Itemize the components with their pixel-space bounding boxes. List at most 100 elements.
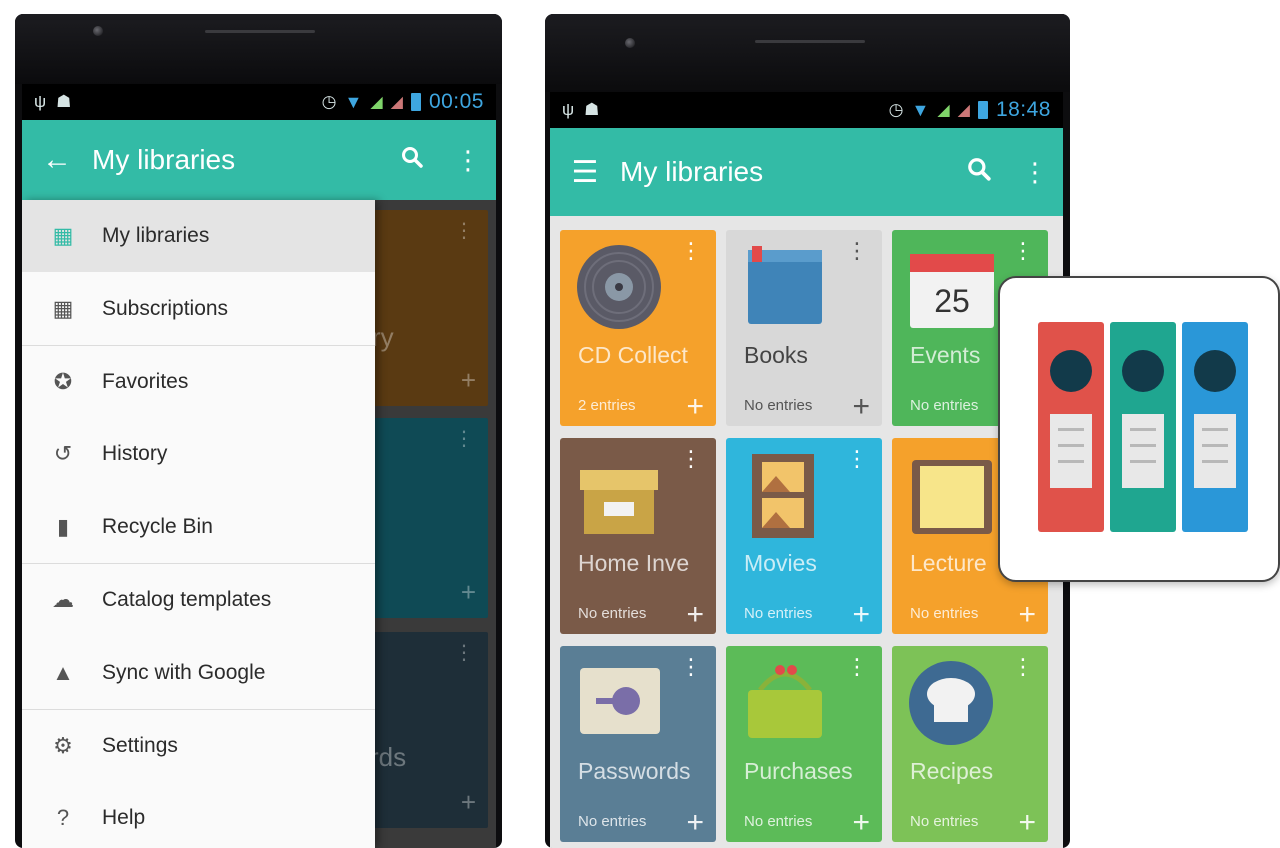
more-vert-icon[interactable]: ⋮ [1012,656,1034,678]
tile-count: No entries [744,813,813,830]
drawer-item-catalog-templates[interactable]: ☁ Catalog templates [22,564,375,636]
basket-icon [748,665,822,738]
green-binder-icon [1110,322,1176,532]
status-bar: ψ ☗ ◷ ▼ ◢ ◢ 18:48 [550,92,1063,128]
battery-icon [410,93,421,111]
library-tile-books[interactable]: ⋮ Books No entries + [726,230,882,426]
stage: ψ ☗ ◷ ▼ ◢ ◢ 00:05 ← My libraries ⋮ ⋮ ry … [0,0,1280,848]
library-tile-home-inventory[interactable]: ⋮ Home Inve No entries + [560,438,716,634]
grid-icon: ▦ [52,223,74,249]
usb-icon: ψ [34,92,47,111]
drawer-item-history[interactable]: ↺ History [22,418,375,490]
add-entry-button[interactable]: + [1018,600,1036,630]
drawer-item-my-libraries[interactable]: ▦ My libraries [22,200,375,273]
drawer-item-recycle-bin[interactable]: ▮ Recycle Bin [22,491,375,563]
tile-count: No entries [578,605,647,622]
more-vert-icon[interactable]: ⋮ [1007,157,1063,188]
safe-icon [580,668,660,734]
grid-icon: ▦ [52,295,74,321]
front-camera [625,38,635,48]
hamburger-icon[interactable]: ☰ [550,155,620,190]
drawer-item-favorites[interactable]: ✪ Favorites [22,346,375,418]
background-card: ⋮ + [370,418,488,618]
blue-binder-icon [1182,322,1248,532]
drawer-item-settings[interactable]: ⚙ Settings [22,710,375,782]
gear-icon: ⚙ [53,732,73,758]
vinyl-disc-icon [577,245,661,329]
add-entry-button[interactable]: + [852,392,870,422]
more-vert-icon[interactable]: ⋮ [680,656,702,678]
tile-name: Home Inve [578,550,690,576]
more-vert-icon[interactable]: ⋮ [846,656,868,678]
more-vert-icon[interactable]: ⋮ [680,240,702,262]
background-card-text: rds [370,742,407,772]
tile-name: Books [744,342,808,368]
binder-ring-hole [1194,350,1236,392]
add-entry-button[interactable]: + [686,600,704,630]
binder-ring-hole [1050,350,1092,392]
wifi-icon: ▼ [911,99,930,120]
alarm-icon: ◷ [321,92,337,111]
drawer-item-label: Favorites [102,369,189,393]
drawer-item-label: Settings [102,733,178,757]
more-vert-icon: ⋮ [454,220,474,242]
cloud-icon: ☁ [52,587,74,613]
plus-icon: + [460,577,476,607]
more-vert-icon[interactable]: ⋮ [440,145,496,176]
signal-2-icon: ◢ [390,94,403,111]
library-tile-cd-collection[interactable]: ⋮ CD Collect 2 entries + [560,230,716,426]
add-entry-button[interactable]: + [686,808,704,838]
add-entry-button[interactable]: + [686,392,704,422]
more-vert-icon: ⋮ [454,428,474,450]
plus-icon: + [460,365,476,395]
tile-count: 2 entries [578,397,636,414]
android-icon: ☗ [56,92,72,111]
help-icon: ? [56,805,70,831]
tile-count: No entries [578,813,647,830]
background-card-text: ry [372,322,394,352]
drawer-item-label: Help [102,806,146,830]
navigation-drawer: ▦ My libraries ▦ Subscriptions ✪ Favorit… [22,200,375,848]
chef-hat-icon [909,661,993,745]
more-vert-icon[interactable]: ⋮ [846,240,868,262]
add-entry-button[interactable]: + [852,808,870,838]
status-bar: ψ ☗ ◷ ▼ ◢ ◢ 00:05 [22,84,496,120]
tile-name: Recipes [910,758,994,784]
library-grid: ⋮ CD Collect 2 entries + ⋮ Books No entr… [550,216,1063,848]
left-screen: ψ ☗ ◷ ▼ ◢ ◢ 00:05 ← My libraries ⋮ ⋮ ry … [22,84,496,848]
clock: 18:48 [995,98,1051,121]
binder-label [1194,414,1236,488]
add-entry-button[interactable]: + [1018,808,1036,838]
trash-icon: ▮ [56,513,70,539]
tile-name: Lecture [910,550,987,576]
arrow-left-icon[interactable]: ← [22,143,92,177]
add-entry-button[interactable]: + [852,600,870,630]
film-strip-icon [752,454,814,538]
star-circle-icon: ✪ [53,368,73,394]
library-tile-purchases[interactable]: ⋮ Purchases No entries + [726,646,882,842]
background-card: ⋮ ry + [370,210,488,406]
library-tile-movies[interactable]: ⋮ Movies No entries + [726,438,882,634]
library-tile-passwords[interactable]: ⋮ Passwords No entries + [560,646,716,842]
drawer-item-help[interactable]: ? Help [22,782,375,848]
more-vert-icon[interactable]: ⋮ [1012,240,1034,262]
tile-name: Purchases [744,758,853,784]
library-tile-recipes[interactable]: ⋮ Recipes No entries + [892,646,1048,842]
drawer-item-subscriptions[interactable]: ▦ Subscriptions [22,272,375,344]
more-vert-icon: ⋮ [454,642,474,664]
tile-name: Movies [744,550,817,576]
binder-label [1122,414,1164,488]
red-binder-icon [1038,322,1104,532]
search-icon[interactable] [951,156,1007,189]
search-icon[interactable] [384,145,440,176]
calendar-icon: 25 [910,254,994,328]
phone-bezel [545,14,1070,92]
drawer-item-sync-with-google[interactable]: ▲ Sync with Google [22,636,375,708]
more-vert-icon[interactable]: ⋮ [680,448,702,470]
android-icon: ☗ [584,100,600,119]
drawer-item-label: History [102,442,168,466]
more-vert-icon[interactable]: ⋮ [846,448,868,470]
binder-label [1050,414,1092,488]
tile-count: No entries [910,605,979,622]
signal-2-icon: ◢ [957,102,970,119]
